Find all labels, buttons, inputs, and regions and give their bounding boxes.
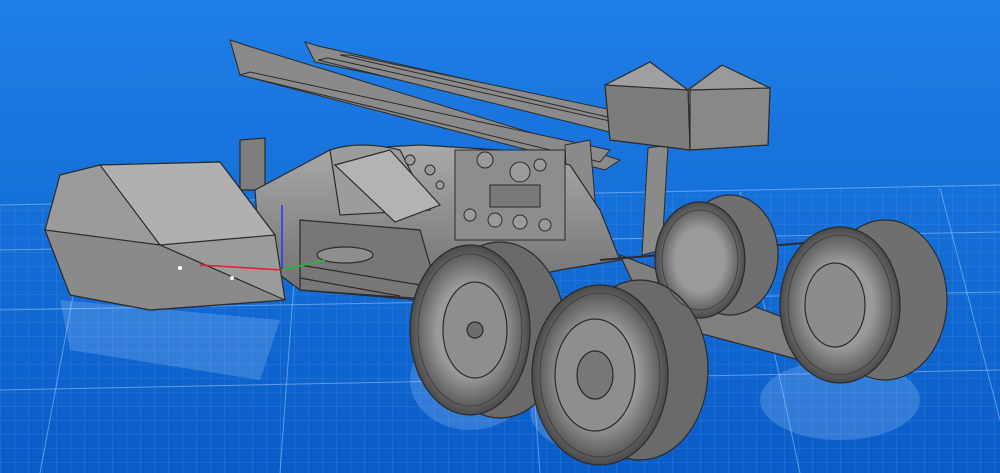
cad-scene[interactable] <box>0 0 1000 473</box>
cad-viewport[interactable] <box>0 0 1000 473</box>
